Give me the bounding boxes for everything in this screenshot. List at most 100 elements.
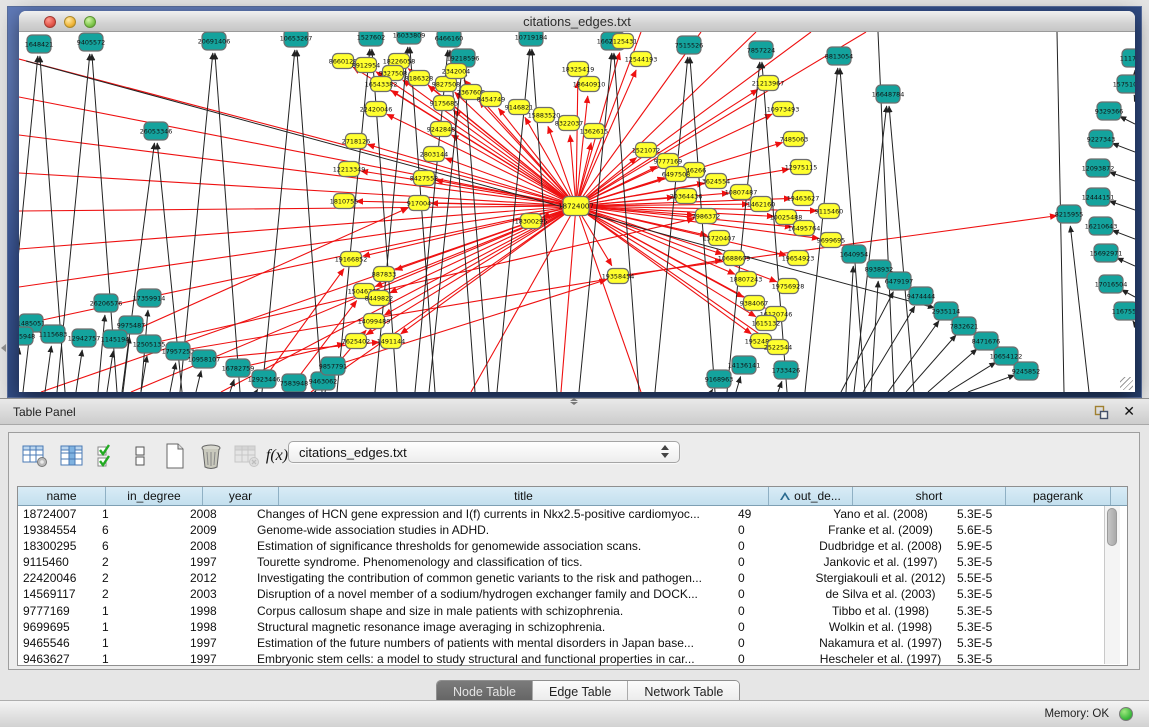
cited-node[interactable]: 9405572 [77, 33, 105, 51]
table-cell[interactable]: Hescheler et al. (1997) [808, 651, 952, 667]
table-cell[interactable]: Wolkin et al. (1998) [808, 619, 952, 635]
table-cell[interactable]: 0 [733, 586, 808, 602]
table-row[interactable]: 969969511998Structural magnetic resonanc… [18, 619, 1127, 635]
table-row[interactable]: 2242004622012Investigating the contribut… [18, 570, 1127, 586]
cited-node[interactable]: 16033809 [393, 32, 426, 44]
table-row[interactable]: 1938455462009Genome-wide association stu… [18, 522, 1127, 538]
table-cell[interactable]: 5.5E-5 [952, 570, 1048, 586]
table-cell[interactable]: 5.3E-5 [952, 554, 1048, 570]
table-cell[interactable]: 2009 [185, 522, 252, 538]
cited-node[interactable]: 8215955 [1055, 205, 1083, 223]
table-row[interactable]: 977716911998Corpus callosum shape and si… [18, 603, 1127, 619]
table-cell[interactable]: 6 [97, 522, 185, 538]
cited-node[interactable]: 9474444 [907, 287, 935, 305]
cited-node[interactable]: 14136141 [728, 356, 761, 374]
table-row[interactable]: 911546021997Tourette syndrome. Phenomeno… [18, 554, 1127, 570]
table-cell[interactable]: 1 [97, 603, 185, 619]
table-row[interactable]: 1456911722003Disruption of a novel membe… [18, 586, 1127, 602]
table-row[interactable]: 1872400712008Changes of HCN gene express… [18, 506, 1127, 522]
citing-node[interactable]: 1362615 [580, 124, 608, 139]
citing-node[interactable]: 8912954 [352, 58, 380, 73]
table-cell[interactable]: 18724007 [18, 506, 97, 522]
cited-node[interactable]: 1115683 [39, 325, 67, 343]
table-cell[interactable]: 9699695 [18, 619, 97, 635]
citing-node[interactable]: 887833 [372, 267, 396, 282]
cited-node[interactable]: 3915948 [19, 327, 35, 345]
table-cell[interactable]: 1997 [185, 651, 252, 667]
table-cell[interactable]: 1997 [185, 554, 252, 570]
table-cell[interactable]: 0 [733, 651, 808, 667]
citing-node[interactable]: 1521072 [632, 143, 660, 158]
import-table-icon[interactable] [233, 442, 261, 470]
network-window-titlebar[interactable]: citations_edges.txt [19, 11, 1135, 32]
cited-node[interactable]: 1527602 [357, 32, 385, 46]
column-header-short[interactable]: short [853, 487, 1006, 505]
citing-node[interactable]: 2718126 [342, 134, 370, 149]
table-cell[interactable]: 1 [97, 651, 185, 667]
table-cell[interactable]: 2003 [185, 586, 252, 602]
citing-node[interactable]: 19358454 [602, 269, 635, 284]
cited-node[interactable]: 16648784 [872, 85, 905, 103]
table-cell[interactable]: 49 [733, 506, 808, 522]
table-row[interactable]: 946362711997Embryonic stem cells: a mode… [18, 651, 1127, 667]
column-header-pagerank[interactable]: pagerank [1006, 487, 1111, 505]
column-header-title[interactable]: title [279, 487, 769, 505]
cited-node[interactable]: 17359914 [133, 289, 166, 307]
table-cell[interactable]: 9777169 [18, 603, 97, 619]
cited-node[interactable]: 7832621 [950, 317, 978, 335]
cited-node[interactable]: 12942757 [68, 329, 101, 347]
table-cell[interactable]: 5.6E-5 [952, 522, 1048, 538]
new-table-icon[interactable] [161, 442, 189, 470]
table-cell[interactable]: 5.3E-5 [952, 603, 1048, 619]
table-cell[interactable]: 2 [97, 554, 185, 570]
cited-node[interactable]: 12923446 [248, 370, 281, 388]
cited-node[interactable]: 10653267 [280, 32, 313, 47]
cited-node[interactable]: 12444151 [1082, 188, 1115, 206]
citing-node[interactable]: 18325419 [562, 62, 595, 77]
table-cell[interactable]: Genome-wide association studies in ADHD. [252, 522, 733, 538]
table-cell[interactable]: Tibbo et al. (1998) [808, 603, 952, 619]
table-cell[interactable]: 0 [733, 619, 808, 635]
cited-node[interactable]: 10719184 [515, 32, 548, 46]
citing-node[interactable]: 2522544 [764, 340, 792, 355]
table-cell[interactable]: 1 [97, 619, 185, 635]
table-cell[interactable]: 0 [733, 570, 808, 586]
table-cell[interactable]: 9115460 [18, 554, 97, 570]
table-cell[interactable]: 0 [733, 538, 808, 554]
table-cell[interactable]: Yano et al. (2008) [808, 506, 952, 522]
column-header-name[interactable]: name [18, 487, 106, 505]
table-cell[interactable]: Structural magnetic resonance image aver… [252, 619, 733, 635]
column-header-out_de[interactable]: out_de... [769, 487, 853, 505]
left-panel-splitter-arrow[interactable] [1, 344, 6, 352]
table-cell[interactable]: Franke et al. (2009) [808, 522, 952, 538]
table-cell[interactable]: Changes of HCN gene expression and I(f) … [252, 506, 733, 522]
table-cell[interactable]: 2008 [185, 538, 252, 554]
table-row[interactable]: 946554611997Estimation of the future num… [18, 635, 1127, 651]
table-cell[interactable]: 0 [733, 603, 808, 619]
cited-node[interactable]: 6479197 [885, 272, 913, 290]
cited-node[interactable]: 10958107 [188, 350, 221, 368]
citing-node[interactable]: 12544193 [625, 52, 658, 67]
cited-node[interactable]: 1145194 [101, 330, 129, 348]
memory-status-indicator-icon[interactable] [1119, 707, 1133, 721]
column-visibility-icon[interactable] [58, 442, 86, 470]
citing-node[interactable]: 2803144 [420, 147, 448, 162]
select-all-icon[interactable] [93, 442, 121, 470]
table-cell[interactable]: Disruption of a novel member of a sodium… [252, 586, 733, 602]
citing-node[interactable]: 19463627 [787, 191, 820, 206]
cited-node[interactable]: 9245852 [1012, 362, 1040, 380]
cited-node[interactable]: 9857791 [319, 357, 347, 375]
citing-node[interactable]: 7986372 [692, 209, 720, 224]
cited-node[interactable]: 12093872 [1082, 159, 1115, 177]
citing-node[interactable]: 3624554 [702, 174, 730, 189]
table-cell[interactable]: 5.3E-5 [952, 651, 1048, 667]
table-cell[interactable]: Jankovic et al. (1997) [808, 554, 952, 570]
table-cell[interactable]: 19384554 [18, 522, 97, 538]
table-cell[interactable]: 5.3E-5 [952, 619, 1048, 635]
citing-node[interactable]: 8186328 [405, 71, 433, 86]
cited-node[interactable]: 7857224 [747, 41, 775, 59]
hub-node[interactable]: 18724007 [558, 197, 594, 216]
cited-node[interactable]: 9227343 [1087, 130, 1115, 148]
window-resize-grip[interactable] [1120, 377, 1133, 390]
table-cell[interactable]: 6 [97, 538, 185, 554]
